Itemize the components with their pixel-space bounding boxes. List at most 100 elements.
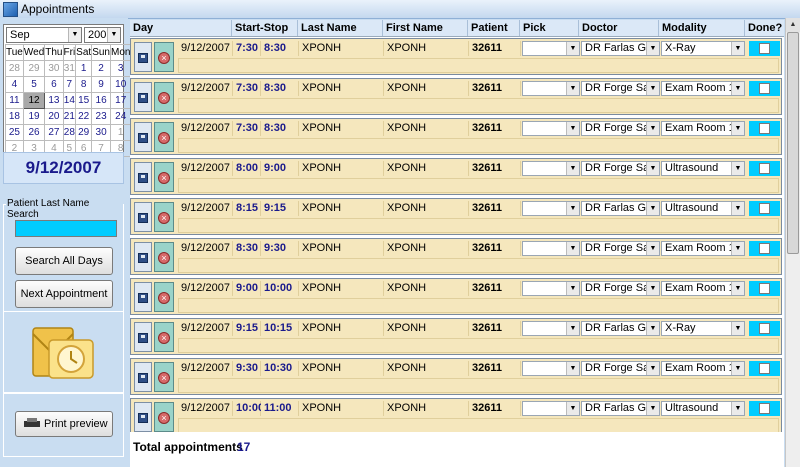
save-record-button[interactable] <box>134 82 152 112</box>
last-name-field[interactable]: XPONH <box>299 161 384 176</box>
patient-id-field[interactable]: 32611 <box>469 81 521 96</box>
calendar-day[interactable]: 17 <box>109 92 132 109</box>
doctor-dropdown[interactable]: DR Forge Sami ▼ <box>581 161 660 176</box>
chevron-down-icon[interactable]: ▼ <box>731 162 744 175</box>
delete-record-button[interactable]: × <box>154 402 174 432</box>
day-field[interactable]: 9/12/2007 <box>178 281 233 296</box>
start-time-field[interactable]: 7:30 <box>233 121 261 136</box>
stop-time-field[interactable]: 11:00 <box>261 401 299 416</box>
day-field[interactable]: 9/12/2007 <box>178 321 233 336</box>
calendar-day[interactable]: 6 <box>44 76 64 93</box>
notes-field[interactable] <box>178 338 779 353</box>
pick-patient-dropdown[interactable]: ▼ <box>522 41 580 56</box>
doctor-dropdown[interactable]: DR Forge Sami ▼ <box>581 361 660 376</box>
calendar-day[interactable]: 7 <box>62 76 77 93</box>
stop-time-field[interactable]: 9:00 <box>261 161 299 176</box>
done-checkbox[interactable] <box>759 123 770 134</box>
calendar-day[interactable]: 16 <box>91 92 111 109</box>
calendar-day[interactable]: 30 <box>91 124 111 141</box>
done-checkbox[interactable] <box>759 323 770 334</box>
calendar-day[interactable]: 31 <box>62 60 77 77</box>
calendar-day[interactable]: 14 <box>62 92 77 109</box>
chevron-down-icon[interactable]: ▼ <box>646 402 659 415</box>
modality-dropdown[interactable]: Exam Room 1 ▼ <box>661 81 745 96</box>
chevron-down-icon[interactable]: ▼ <box>646 82 659 95</box>
patient-id-field[interactable]: 32611 <box>469 401 521 416</box>
save-record-button[interactable] <box>134 162 152 192</box>
first-name-field[interactable]: XPONH <box>384 161 469 176</box>
last-name-field[interactable]: XPONH <box>299 281 384 296</box>
doctor-dropdown[interactable]: DR Forge Sami ▼ <box>581 121 660 136</box>
outlook-button[interactable] <box>3 311 124 393</box>
calendar-day[interactable]: 24 <box>109 108 132 125</box>
vertical-scrollbar[interactable]: ▲ <box>785 18 800 467</box>
chevron-down-icon[interactable]: ▼ <box>731 402 744 415</box>
stop-time-field[interactable]: 8:30 <box>261 81 299 96</box>
chevron-down-icon[interactable]: ▼ <box>646 122 659 135</box>
done-checkbox[interactable] <box>759 163 770 174</box>
chevron-down-icon[interactable]: ▼ <box>68 28 81 42</box>
chevron-down-icon[interactable]: ▼ <box>566 402 579 415</box>
delete-record-button[interactable]: × <box>154 242 174 272</box>
print-preview-button[interactable]: Print preview <box>15 411 113 437</box>
patient-id-field[interactable]: 32611 <box>469 121 521 136</box>
modality-dropdown[interactable]: X-Ray ▼ <box>661 41 745 56</box>
start-time-field[interactable]: 8:30 <box>233 241 261 256</box>
chevron-down-icon[interactable]: ▼ <box>731 202 744 215</box>
start-time-field[interactable]: 7:30 <box>233 81 261 96</box>
patient-id-field[interactable]: 32611 <box>469 321 521 336</box>
doctor-dropdown[interactable]: DR Farlas Georg ▼ <box>581 321 660 336</box>
save-record-button[interactable] <box>134 402 152 432</box>
chevron-down-icon[interactable]: ▼ <box>566 362 579 375</box>
doctor-dropdown[interactable]: DR Forge Sami ▼ <box>581 81 660 96</box>
calendar-day[interactable]: 15 <box>75 92 93 109</box>
start-time-field[interactable]: 9:00 <box>233 281 261 296</box>
calendar-day[interactable]: 29 <box>75 124 93 141</box>
day-field[interactable]: 9/12/2007 <box>178 241 233 256</box>
first-name-field[interactable]: XPONH <box>384 401 469 416</box>
calendar-day[interactable]: 1 <box>75 60 93 77</box>
delete-record-button[interactable]: × <box>154 282 174 312</box>
modality-dropdown[interactable]: Ultrasound ▼ <box>661 201 745 216</box>
pick-patient-dropdown[interactable]: ▼ <box>522 81 580 96</box>
patient-id-field[interactable]: 32611 <box>469 41 521 56</box>
done-checkbox[interactable] <box>759 83 770 94</box>
calendar-day[interactable]: 12 <box>22 92 46 109</box>
chevron-down-icon[interactable]: ▼ <box>566 82 579 95</box>
chevron-down-icon[interactable]: ▼ <box>731 42 744 55</box>
calendar-day[interactable]: 11 <box>5 92 24 109</box>
modality-dropdown[interactable]: Ultrasound ▼ <box>661 161 745 176</box>
last-name-field[interactable]: XPONH <box>299 81 384 96</box>
notes-field[interactable] <box>178 58 779 73</box>
last-name-field[interactable]: XPONH <box>299 241 384 256</box>
calendar-day[interactable]: 10 <box>109 76 132 93</box>
chevron-down-icon[interactable]: ▼ <box>731 282 744 295</box>
notes-field[interactable] <box>178 418 779 433</box>
patient-id-field[interactable]: 32611 <box>469 361 521 376</box>
calendar-day[interactable]: 3 <box>109 60 132 77</box>
modality-dropdown[interactable]: Exam Room 1 ▼ <box>661 121 745 136</box>
chevron-down-icon[interactable]: ▼ <box>566 42 579 55</box>
delete-record-button[interactable]: × <box>154 202 174 232</box>
first-name-field[interactable]: XPONH <box>384 241 469 256</box>
first-name-field[interactable]: XPONH <box>384 321 469 336</box>
calendar-day[interactable]: 18 <box>5 108 24 125</box>
calendar-day[interactable]: 13 <box>44 92 64 109</box>
month-dropdown[interactable]: Sep ▼ <box>6 27 82 43</box>
first-name-field[interactable]: XPONH <box>384 81 469 96</box>
done-checkbox[interactable] <box>759 43 770 54</box>
first-name-field[interactable]: XPONH <box>384 281 469 296</box>
modality-dropdown[interactable]: Exam Room 1 ▼ <box>661 281 745 296</box>
calendar-day[interactable]: 4 <box>5 76 24 93</box>
start-time-field[interactable]: 10:00 <box>233 401 264 416</box>
calendar-day[interactable]: 28 <box>62 124 77 141</box>
pick-patient-dropdown[interactable]: ▼ <box>522 241 580 256</box>
stop-time-field[interactable]: 8:30 <box>261 121 299 136</box>
chevron-down-icon[interactable]: ▼ <box>731 322 744 335</box>
stop-time-field[interactable]: 8:30 <box>261 41 299 56</box>
calendar-day[interactable]: 19 <box>22 108 46 125</box>
notes-field[interactable] <box>178 98 779 113</box>
doctor-dropdown[interactable]: DR Forge Sami ▼ <box>581 281 660 296</box>
calendar-day[interactable]: 29 <box>22 60 46 77</box>
chevron-down-icon[interactable]: ▼ <box>566 322 579 335</box>
